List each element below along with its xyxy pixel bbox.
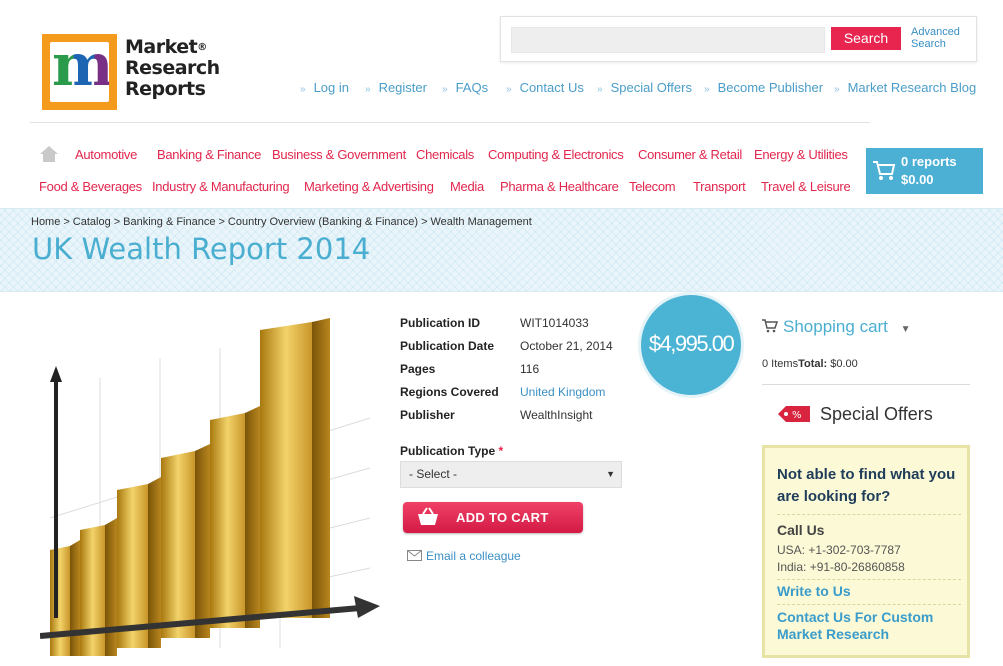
page-title: UK Wealth Report 2014 bbox=[32, 232, 371, 266]
shopping-cart-toggle[interactable]: Shopping cart ▼ bbox=[783, 317, 911, 337]
call-us-heading: Call Us bbox=[777, 522, 825, 538]
logo-line: Reports bbox=[125, 78, 206, 100]
category-pharma-healthcare[interactable]: Pharma & Healthcare bbox=[500, 179, 619, 194]
registered-mark: ® bbox=[197, 42, 207, 53]
add-to-cart-button[interactable]: ADD TO CART bbox=[403, 502, 583, 533]
cart-items-count: 0 Items bbox=[762, 358, 799, 370]
cart-small-icon bbox=[762, 319, 779, 338]
category-automotive[interactable]: Automotive bbox=[75, 147, 137, 162]
basket-icon bbox=[418, 507, 438, 525]
category-telecom[interactable]: Telecom bbox=[629, 179, 676, 194]
category-consumer-retail[interactable]: Consumer & Retail bbox=[638, 147, 742, 162]
become-publisher-link[interactable]: Become Publisher bbox=[704, 80, 824, 95]
category-chemicals[interactable]: Chemicals bbox=[416, 147, 474, 162]
cart-report-count: 0 reports bbox=[901, 154, 957, 169]
special-offers-link[interactable]: Special Offers bbox=[597, 80, 692, 95]
search-button[interactable]: Search bbox=[831, 27, 901, 50]
help-divider bbox=[777, 514, 961, 515]
category-transport[interactable]: Transport bbox=[693, 179, 746, 194]
category-travel-leisure[interactable]: Travel & Leisure bbox=[761, 179, 851, 194]
market-research-blog-link[interactable]: Market Research Blog bbox=[834, 80, 977, 95]
header-cart[interactable]: 0 reports $0.00 bbox=[866, 148, 983, 194]
email-colleague-link[interactable]: Email a colleague bbox=[407, 549, 521, 563]
logo-line: Research bbox=[125, 57, 220, 79]
detail-value: WealthInsight bbox=[520, 408, 593, 422]
required-mark: * bbox=[498, 444, 504, 458]
category-media[interactable]: Media bbox=[450, 179, 484, 194]
write-to-us-link[interactable]: Write to Us bbox=[777, 583, 851, 600]
header-divider bbox=[30, 122, 870, 123]
publication-type-text: Publication Type bbox=[400, 444, 496, 458]
detail-label: Publication Date bbox=[400, 339, 495, 353]
category-industry-manufacturing[interactable]: Industry & Manufacturing bbox=[152, 179, 290, 194]
chevron-down-icon: ▼ bbox=[900, 324, 911, 335]
advanced-search-line: Search bbox=[911, 38, 946, 50]
phone-india: India: +91-80-26860858 bbox=[777, 560, 905, 574]
category-banking-finance[interactable]: Banking & Finance bbox=[157, 147, 261, 162]
price-badge: $4,995.00 bbox=[641, 295, 741, 395]
detail-value: 116 bbox=[520, 362, 540, 376]
cart-summary: 0 ItemsTotal: $0.00 bbox=[762, 358, 858, 370]
shopping-cart-title: Shopping cart bbox=[783, 317, 888, 336]
detail-value: October 21, 2014 bbox=[520, 339, 613, 353]
breadcrumb-banking-finance[interactable]: Banking & Finance bbox=[123, 216, 215, 228]
category-computing-electronics[interactable]: Computing & Electronics bbox=[488, 147, 624, 162]
contact-us-link[interactable]: Contact Us bbox=[506, 80, 584, 95]
breadcrumb-separator: > bbox=[63, 216, 70, 228]
breadcrumb: Home > Catalog > Banking & Finance > Country O… bbox=[31, 216, 532, 228]
special-offer-tag-icon: % bbox=[778, 406, 810, 422]
sidebar-divider bbox=[762, 384, 970, 385]
cart-icon bbox=[873, 161, 896, 180]
category-energy-utilities[interactable]: Energy & Utilities bbox=[754, 147, 848, 162]
home-icon[interactable] bbox=[40, 146, 58, 162]
register-link[interactable]: Register bbox=[365, 80, 427, 95]
breadcrumb-separator: > bbox=[218, 216, 225, 228]
envelope-icon bbox=[407, 550, 422, 561]
logo-text[interactable]: Market® Research Reports bbox=[125, 37, 220, 100]
faqs-link[interactable]: FAQs bbox=[442, 80, 489, 95]
category-marketing-advertising[interactable]: Marketing & Advertising bbox=[304, 179, 434, 194]
product-image bbox=[40, 318, 380, 656]
detail-label: Pages bbox=[400, 362, 436, 376]
detail-label: Publication ID bbox=[400, 316, 481, 330]
help-divider bbox=[777, 604, 961, 605]
cart-total: $0.00 bbox=[901, 172, 934, 187]
special-offers-link-sidebar[interactable]: Special Offers bbox=[820, 404, 933, 425]
breadcrumb-current: Wealth Management bbox=[430, 216, 532, 228]
publication-type-label: Publication Type * bbox=[400, 444, 503, 458]
svg-text:%: % bbox=[792, 410, 802, 421]
search-input[interactable] bbox=[511, 27, 825, 53]
advanced-search-line: Advanced bbox=[911, 26, 960, 38]
breadcrumb-separator: > bbox=[113, 216, 121, 228]
logo-line: Market bbox=[125, 36, 198, 58]
category-business-government[interactable]: Business & Government bbox=[272, 147, 406, 162]
detail-value: WIT1014033 bbox=[520, 316, 589, 330]
category-food-beverages[interactable]: Food & Beverages bbox=[39, 179, 142, 194]
region-link[interactable]: United Kingdom bbox=[520, 385, 605, 399]
logo-mark: m bbox=[50, 42, 109, 102]
add-to-cart-label: ADD TO CART bbox=[456, 510, 549, 525]
cart-total-value: $0.00 bbox=[830, 358, 858, 370]
help-box: Not able to find what you are looking fo… bbox=[762, 445, 970, 658]
cart-total-label: Total: bbox=[798, 358, 828, 370]
bars-graphic bbox=[50, 318, 330, 656]
select-value: - Select - bbox=[409, 467, 458, 481]
publication-type-select[interactable]: - Select - ▼ bbox=[400, 461, 622, 488]
phone-usa: USA: +1-302-703-7787 bbox=[777, 543, 901, 557]
dropdown-arrow-icon: ▼ bbox=[606, 469, 615, 479]
site-logo[interactable]: m bbox=[42, 34, 117, 110]
breadcrumb-home[interactable]: Home bbox=[31, 216, 60, 228]
breadcrumb-separator: > bbox=[421, 216, 428, 228]
help-divider bbox=[777, 579, 961, 580]
advanced-search-link[interactable]: Advanced Search bbox=[911, 26, 960, 50]
detail-label: Regions Covered bbox=[400, 385, 499, 399]
detail-label: Publisher bbox=[400, 408, 455, 422]
help-heading: Not able to find what you are looking fo… bbox=[777, 466, 956, 505]
breadcrumb-country-overview[interactable]: Country Overview (Banking & Finance) bbox=[228, 216, 418, 228]
email-colleague-label: Email a colleague bbox=[426, 549, 521, 563]
custom-research-link[interactable]: Contact Us For Custom Market Research bbox=[777, 609, 957, 643]
breadcrumb-catalog[interactable]: Catalog bbox=[73, 216, 111, 228]
login-link[interactable]: Log in bbox=[300, 80, 349, 95]
